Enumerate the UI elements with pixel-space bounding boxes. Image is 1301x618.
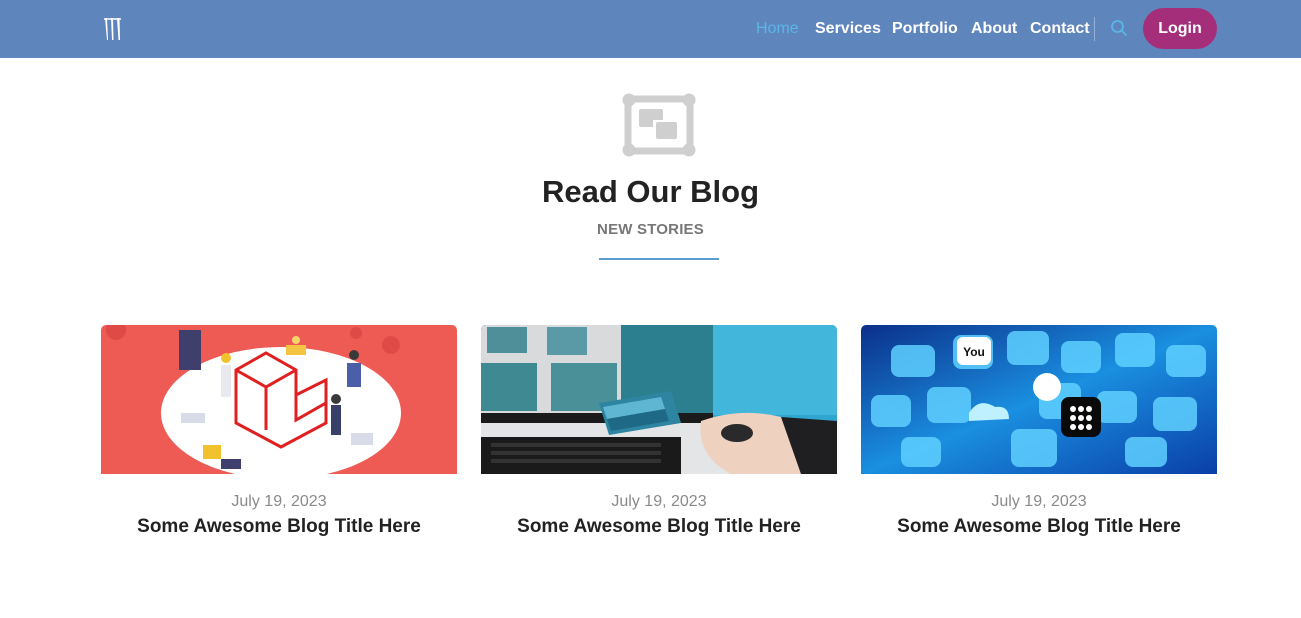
blog-card[interactable]: July 19, 2023 Some Awesome Blog Title He…: [481, 325, 837, 545]
nav-link-about[interactable]: About: [971, 19, 1017, 39]
nav-link-contact[interactable]: Contact: [1030, 19, 1090, 39]
blog-card[interactable]: You July 19, 2023 Some Awesome Blog Titl…: [861, 325, 1217, 545]
nav-link-portfolio[interactable]: Portfolio: [892, 19, 958, 39]
social-media-icons-image[interactable]: You: [861, 325, 1217, 474]
section-subtitle: NEW STORIES: [597, 221, 704, 238]
computer-color-swatches-image[interactable]: [481, 325, 837, 474]
post-title[interactable]: Some Awesome Blog Title Here: [101, 515, 457, 539]
section-title: Read Our Blog: [541, 174, 759, 209]
svg-text:You: You: [963, 345, 985, 359]
nav-link-home[interactable]: Home: [756, 19, 799, 39]
post-title[interactable]: Some Awesome Blog Title Here: [861, 515, 1217, 539]
gallery-frame-icon: [622, 93, 696, 157]
login-button[interactable]: Login: [1143, 8, 1217, 49]
nav-link-services[interactable]: Services: [815, 19, 881, 39]
post-date: July 19, 2023: [991, 493, 1087, 510]
post-title[interactable]: Some Awesome Blog Title Here: [481, 515, 837, 539]
nav-divider: [1094, 17, 1095, 41]
post-date: July 19, 2023: [231, 493, 327, 510]
blog-card[interactable]: July 19, 2023 Some Awesome Blog Title He…: [101, 325, 457, 545]
search-icon[interactable]: [1110, 19, 1128, 37]
main-nav: Home Services Portfolio About Contact: [0, 0, 1301, 58]
post-date: July 19, 2023: [611, 493, 707, 510]
laravel-illustration-image[interactable]: [101, 325, 457, 474]
section-underline: [599, 258, 719, 260]
navbar: Home Services Portfolio About Contact Lo…: [0, 0, 1301, 58]
